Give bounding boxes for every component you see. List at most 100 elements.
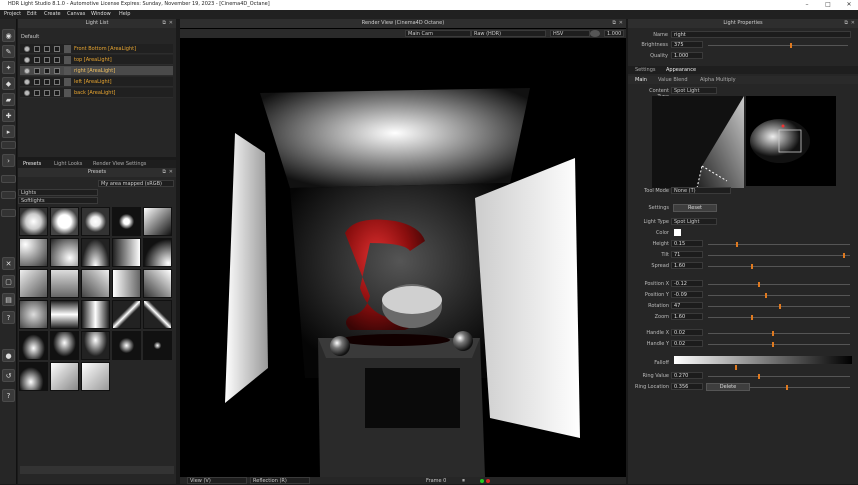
record-icon[interactable]: ● [2,349,15,362]
visibility-icon[interactable] [24,79,30,85]
slider-knob[interactable] [757,282,760,287]
preset-tile[interactable] [19,207,48,236]
property-value-field[interactable]: 0.02 [671,329,703,336]
tab-render-view-settings[interactable]: Render View Settings [93,161,146,167]
property-slider[interactable] [708,284,850,285]
slider-knob[interactable] [842,253,845,258]
preset-tile[interactable] [143,331,172,360]
preset-tile[interactable] [112,238,141,267]
light-paint-icon[interactable]: ✦ [2,61,15,74]
tab-presets[interactable]: Presets [23,161,41,167]
preset-tile[interactable] [112,331,141,360]
brightness-slider[interactable] [708,45,848,46]
preset-tile[interactable] [50,238,79,267]
content-type-dropdown[interactable]: Spot Light [671,87,717,94]
tab-light-looks[interactable]: Light Looks [54,161,82,167]
property-slider[interactable] [708,344,850,345]
property-value-field[interactable]: 71 [671,251,703,258]
preset-tile[interactable] [81,331,110,360]
minimize-button[interactable]: – [800,0,814,10]
property-slider[interactable] [708,333,850,334]
property-slider[interactable] [708,295,850,296]
tab-main[interactable]: Main [635,77,647,83]
panel-close-icon[interactable]: ✕ [851,19,855,28]
panel-icon[interactable] [1,141,16,149]
pen-icon[interactable]: ▸ [2,125,15,138]
preset-scrollbar[interactable] [20,466,174,474]
solo-icon[interactable] [34,46,40,52]
panel-close-icon[interactable]: ✕ [169,168,173,177]
preset-tile[interactable] [81,207,110,236]
property-slider[interactable] [708,255,850,256]
lock-icon[interactable] [44,57,50,63]
camera-dropdown[interactable]: Main Cam [405,30,471,37]
undock-icon[interactable]: ⧉ [162,19,166,28]
solo-icon[interactable] [34,57,40,63]
maximize-button[interactable]: □ [821,0,835,10]
slider-knob[interactable] [757,374,760,379]
delete-button[interactable]: Delete [706,383,750,391]
color-swatch[interactable] [674,229,681,236]
preset-tile[interactable] [50,269,79,298]
tab-settings[interactable]: Settings [635,67,656,73]
visibility-icon[interactable] [24,46,30,52]
preset-tile[interactable] [143,269,172,298]
slider-knob[interactable] [750,264,753,269]
visibility-icon[interactable] [24,90,30,96]
preset-tile[interactable] [50,300,79,329]
slider-knob[interactable] [771,342,774,347]
reflection-icon[interactable]: ◆ [2,77,15,90]
preset-tile[interactable] [19,238,48,267]
light-list-row[interactable]: right [AreaLight] [20,66,173,76]
visibility-icon[interactable] [24,57,30,63]
property-value-field[interactable]: -0.12 [671,280,703,287]
slider-knob[interactable] [786,385,789,390]
undock-icon[interactable]: ⧉ [162,168,166,177]
preset-tile[interactable] [19,269,48,298]
slider-knob[interactable] [750,315,753,320]
colorspace-dropdown[interactable]: HSV [550,30,590,37]
solo-icon[interactable] [34,79,40,85]
lock-icon[interactable] [44,90,50,96]
help-icon[interactable]: ? [2,311,15,324]
menu-help[interactable]: Help [119,11,130,17]
preset-tile[interactable] [143,207,172,236]
preset-tile[interactable] [50,207,79,236]
render-mode-dropdown[interactable]: Raw (HDR) [471,30,546,37]
layout-icon[interactable] [1,175,16,183]
property-slider[interactable] [708,317,850,318]
preset-tile[interactable] [50,362,79,391]
arrow-right-icon[interactable]: › [2,154,15,167]
brush-tool-icon[interactable]: ✎ [2,45,15,58]
menu-canvas[interactable]: Canvas [67,11,85,17]
tab-value-blend[interactable]: Value Blend [658,77,688,83]
light-list-row[interactable]: left [AreaLight] [20,77,173,87]
falloff-gradient-ramp[interactable] [674,356,852,364]
property-value-field[interactable]: 0.270 [671,372,703,379]
render-view[interactable]: Render View (Cinema4D Octane) ⧉ ✕ [180,19,626,484]
property-slider[interactable] [708,244,850,245]
grid-icon[interactable] [1,209,16,217]
panel-close-icon[interactable]: ✕ [619,19,623,28]
render-toggle-icon[interactable] [54,79,60,85]
info-icon[interactable]: ? [2,389,15,402]
render-toggle-icon[interactable] [54,90,60,96]
list-icon[interactable] [1,191,16,199]
preset-tile[interactable] [81,362,110,391]
lock-icon[interactable] [44,68,50,74]
tab-appearance[interactable]: Appearance [666,67,696,73]
lock-icon[interactable] [44,46,50,52]
slider-knob[interactable] [764,293,767,298]
preset-tile[interactable] [143,238,172,267]
preset-tile[interactable] [112,207,141,236]
property-value-field[interactable]: 0.15 [671,240,703,247]
menu-create[interactable]: Create [44,11,61,17]
reflection-dropdown[interactable]: Reflection (R) [250,477,310,484]
solo-icon[interactable] [34,90,40,96]
property-value-field[interactable]: 0.356 [671,383,703,390]
menu-window[interactable]: Window [91,11,111,17]
preset-tile[interactable] [143,300,172,329]
undo-icon[interactable]: ↺ [2,369,15,382]
preset-subcategory-dropdown[interactable]: Softlights [18,197,98,204]
render-toggle-icon[interactable] [54,68,60,74]
